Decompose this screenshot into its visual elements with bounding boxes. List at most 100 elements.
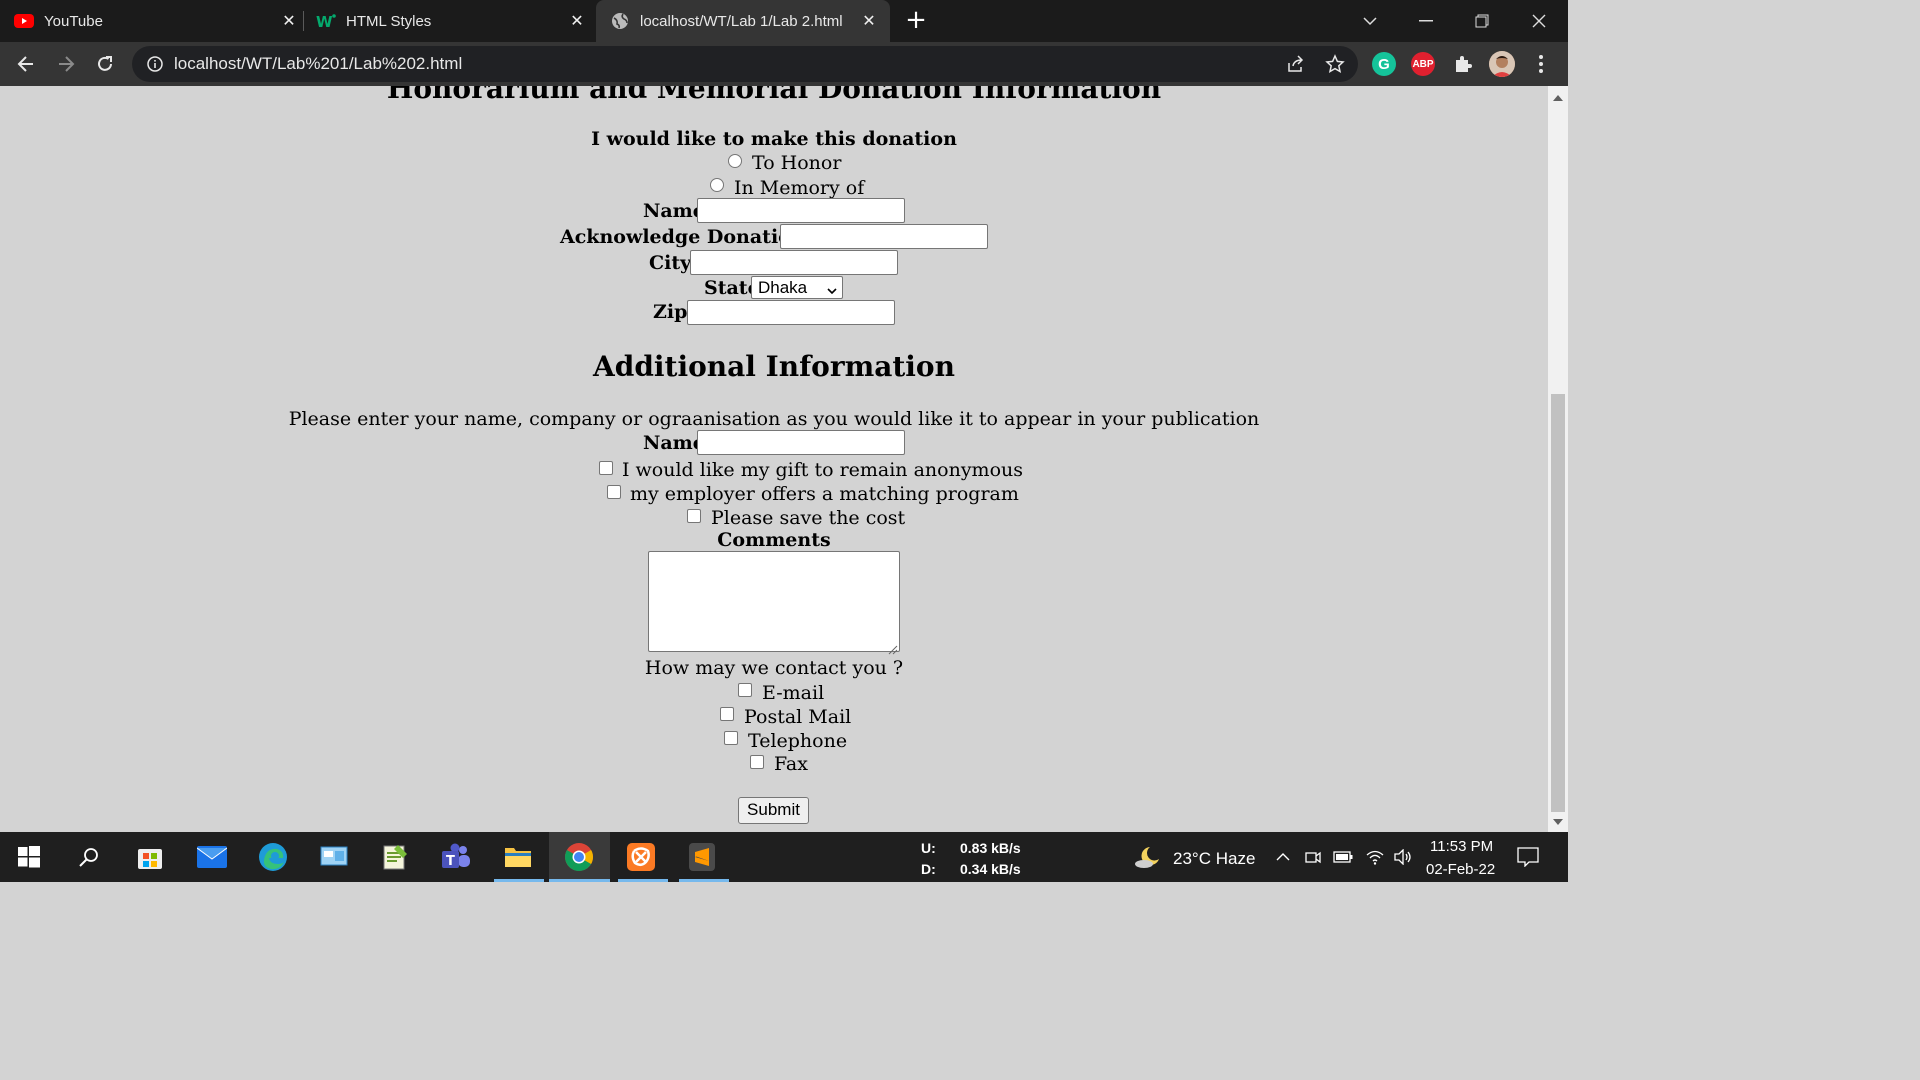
checkbox-email[interactable] xyxy=(738,683,752,697)
restore-button[interactable] xyxy=(1458,0,1506,42)
wifi-icon[interactable] xyxy=(1362,841,1388,873)
chrome-icon[interactable] xyxy=(563,841,595,873)
scroll-down-arrow-icon[interactable] xyxy=(1553,819,1563,825)
meet-now-icon[interactable] xyxy=(1300,841,1326,873)
forward-button[interactable] xyxy=(52,50,80,78)
new-tab-button[interactable]: + xyxy=(904,7,928,33)
avatar[interactable] xyxy=(1489,51,1515,77)
chevron-down-icon xyxy=(826,281,838,295)
reload-button[interactable] xyxy=(91,50,119,78)
menu-kebab-icon[interactable] xyxy=(1527,50,1555,78)
radio-to-honor-label: To Honor xyxy=(752,152,842,174)
sublime-text-icon[interactable] xyxy=(686,841,718,873)
checkbox-employer[interactable] xyxy=(607,485,621,499)
address-bar[interactable]: localhost/WT/Lab%201/Lab%202.html xyxy=(132,46,1358,82)
comments-textarea[interactable] xyxy=(648,551,900,655)
url-text: localhost/WT/Lab%201/Lab%202.html xyxy=(174,54,463,73)
search-icon[interactable] xyxy=(73,841,105,873)
globe-icon xyxy=(610,11,630,31)
tab-search-icon[interactable] xyxy=(1346,0,1394,42)
zip-label: Zip xyxy=(653,301,688,323)
weather-text[interactable]: 23°C Haze xyxy=(1173,849,1255,869)
weather-moon-icon[interactable] xyxy=(1132,841,1164,873)
net-up-value: 0.83 kB/s xyxy=(960,840,1021,856)
name-label: Name xyxy=(643,200,705,222)
tab-strip: YouTube ✕ W HTML Styles ✕ localhost/WT/L… xyxy=(0,0,1568,42)
xampp-running-indicator xyxy=(618,879,668,882)
control-panel-icon[interactable] xyxy=(318,841,350,873)
scrollbar-thumb[interactable] xyxy=(1551,394,1565,812)
close-window-button[interactable] xyxy=(1515,0,1563,42)
microsoft-store-icon[interactable] xyxy=(134,841,166,873)
additional-heading: Additional Information xyxy=(593,350,955,383)
share-icon[interactable] xyxy=(1286,54,1306,74)
contact-prompt: How may we contact you ? xyxy=(644,657,904,679)
tab-localhost[interactable]: localhost/WT/Lab 1/Lab 2.html ✕ xyxy=(596,0,890,42)
notification-icon[interactable] xyxy=(1512,841,1544,873)
sublime-running-indicator xyxy=(679,879,729,882)
tab-html-styles[interactable]: W HTML Styles ✕ xyxy=(316,0,586,42)
clock-time[interactable]: 11:53 PM xyxy=(1430,838,1493,855)
edge-icon[interactable] xyxy=(257,841,289,873)
radio-in-memory-label: In Memory of xyxy=(734,177,865,199)
adblock-icon[interactable]: ABP xyxy=(1411,52,1435,76)
volume-icon[interactable] xyxy=(1390,841,1416,873)
xampp-icon[interactable] xyxy=(625,841,657,873)
chevron-up-icon[interactable] xyxy=(1270,841,1296,873)
checkbox-anonymous-label: I would like my gift to remain anonymous xyxy=(622,459,1024,481)
name-input[interactable] xyxy=(697,198,905,223)
publication-text: Please enter your name, company or ograa… xyxy=(288,408,1260,430)
donation-prompt: I would like to make this donation xyxy=(591,128,957,150)
teams-icon[interactable]: T xyxy=(440,841,472,873)
page-scrollbar[interactable] xyxy=(1548,86,1568,832)
info-icon[interactable] xyxy=(146,55,164,73)
radio-to-honor[interactable] xyxy=(728,154,742,168)
chrome-running-indicator xyxy=(549,879,610,882)
zip-input[interactable] xyxy=(687,300,895,325)
close-icon[interactable]: ✕ xyxy=(568,12,586,30)
page-content: Honorarium and Memorial Donation Informa… xyxy=(0,86,1548,832)
tab-separator xyxy=(303,11,304,31)
w3schools-icon: W xyxy=(316,11,336,31)
net-down-value: 0.34 kB/s xyxy=(960,861,1021,877)
file-explorer-icon[interactable] xyxy=(502,841,534,873)
battery-icon[interactable] xyxy=(1330,841,1356,873)
checkbox-postal[interactable] xyxy=(720,707,734,721)
submit-button[interactable]: Submit xyxy=(738,797,809,824)
checkbox-telephone[interactable] xyxy=(724,731,738,745)
close-icon[interactable]: ✕ xyxy=(860,12,878,30)
checkbox-anonymous[interactable] xyxy=(599,461,613,475)
windows-start-icon[interactable] xyxy=(13,841,45,873)
youtube-icon xyxy=(14,11,34,31)
clock-date[interactable]: 02-Feb-22 xyxy=(1426,861,1495,878)
name2-label: Name xyxy=(643,432,705,454)
minimize-button[interactable] xyxy=(1402,0,1450,42)
svg-text:T: T xyxy=(446,854,455,869)
state-selected-value: Dhaka xyxy=(758,278,808,297)
tab-youtube[interactable]: YouTube ✕ xyxy=(14,0,298,42)
publication-name-input[interactable] xyxy=(697,430,905,455)
mail-icon[interactable] xyxy=(196,841,228,873)
tab-title: localhost/WT/Lab 1/Lab 2.html xyxy=(640,12,843,30)
resize-grip-icon[interactable] xyxy=(888,640,898,655)
close-icon[interactable]: ✕ xyxy=(280,12,298,30)
notepad-plus-icon[interactable] xyxy=(379,841,411,873)
tab-title: HTML Styles xyxy=(346,12,432,30)
state-select[interactable]: Dhaka xyxy=(751,276,843,299)
net-up-label: U: xyxy=(921,840,936,856)
grammarly-icon[interactable]: G xyxy=(1372,52,1396,76)
svg-text:W: W xyxy=(316,13,333,29)
back-button[interactable] xyxy=(12,50,40,78)
extensions-puzzle-icon[interactable] xyxy=(1451,52,1475,76)
comments-label: Comments xyxy=(717,529,831,551)
radio-in-memory[interactable] xyxy=(710,178,724,192)
scroll-up-arrow-icon[interactable] xyxy=(1553,95,1563,101)
acknowledge-input[interactable] xyxy=(780,224,988,249)
checkbox-fax[interactable] xyxy=(750,755,764,769)
checkbox-save-cost-label: Please save the cost xyxy=(711,507,906,529)
windows-taskbar: T U: 0.83 kB/s D: 0.34 kB/s 23°C Haze 11… xyxy=(0,832,1568,882)
star-icon[interactable] xyxy=(1325,54,1345,74)
checkbox-save-cost[interactable] xyxy=(687,509,701,523)
donation-heading: Honorarium and Memorial Donation Informa… xyxy=(386,86,1162,105)
city-input[interactable] xyxy=(690,250,898,275)
